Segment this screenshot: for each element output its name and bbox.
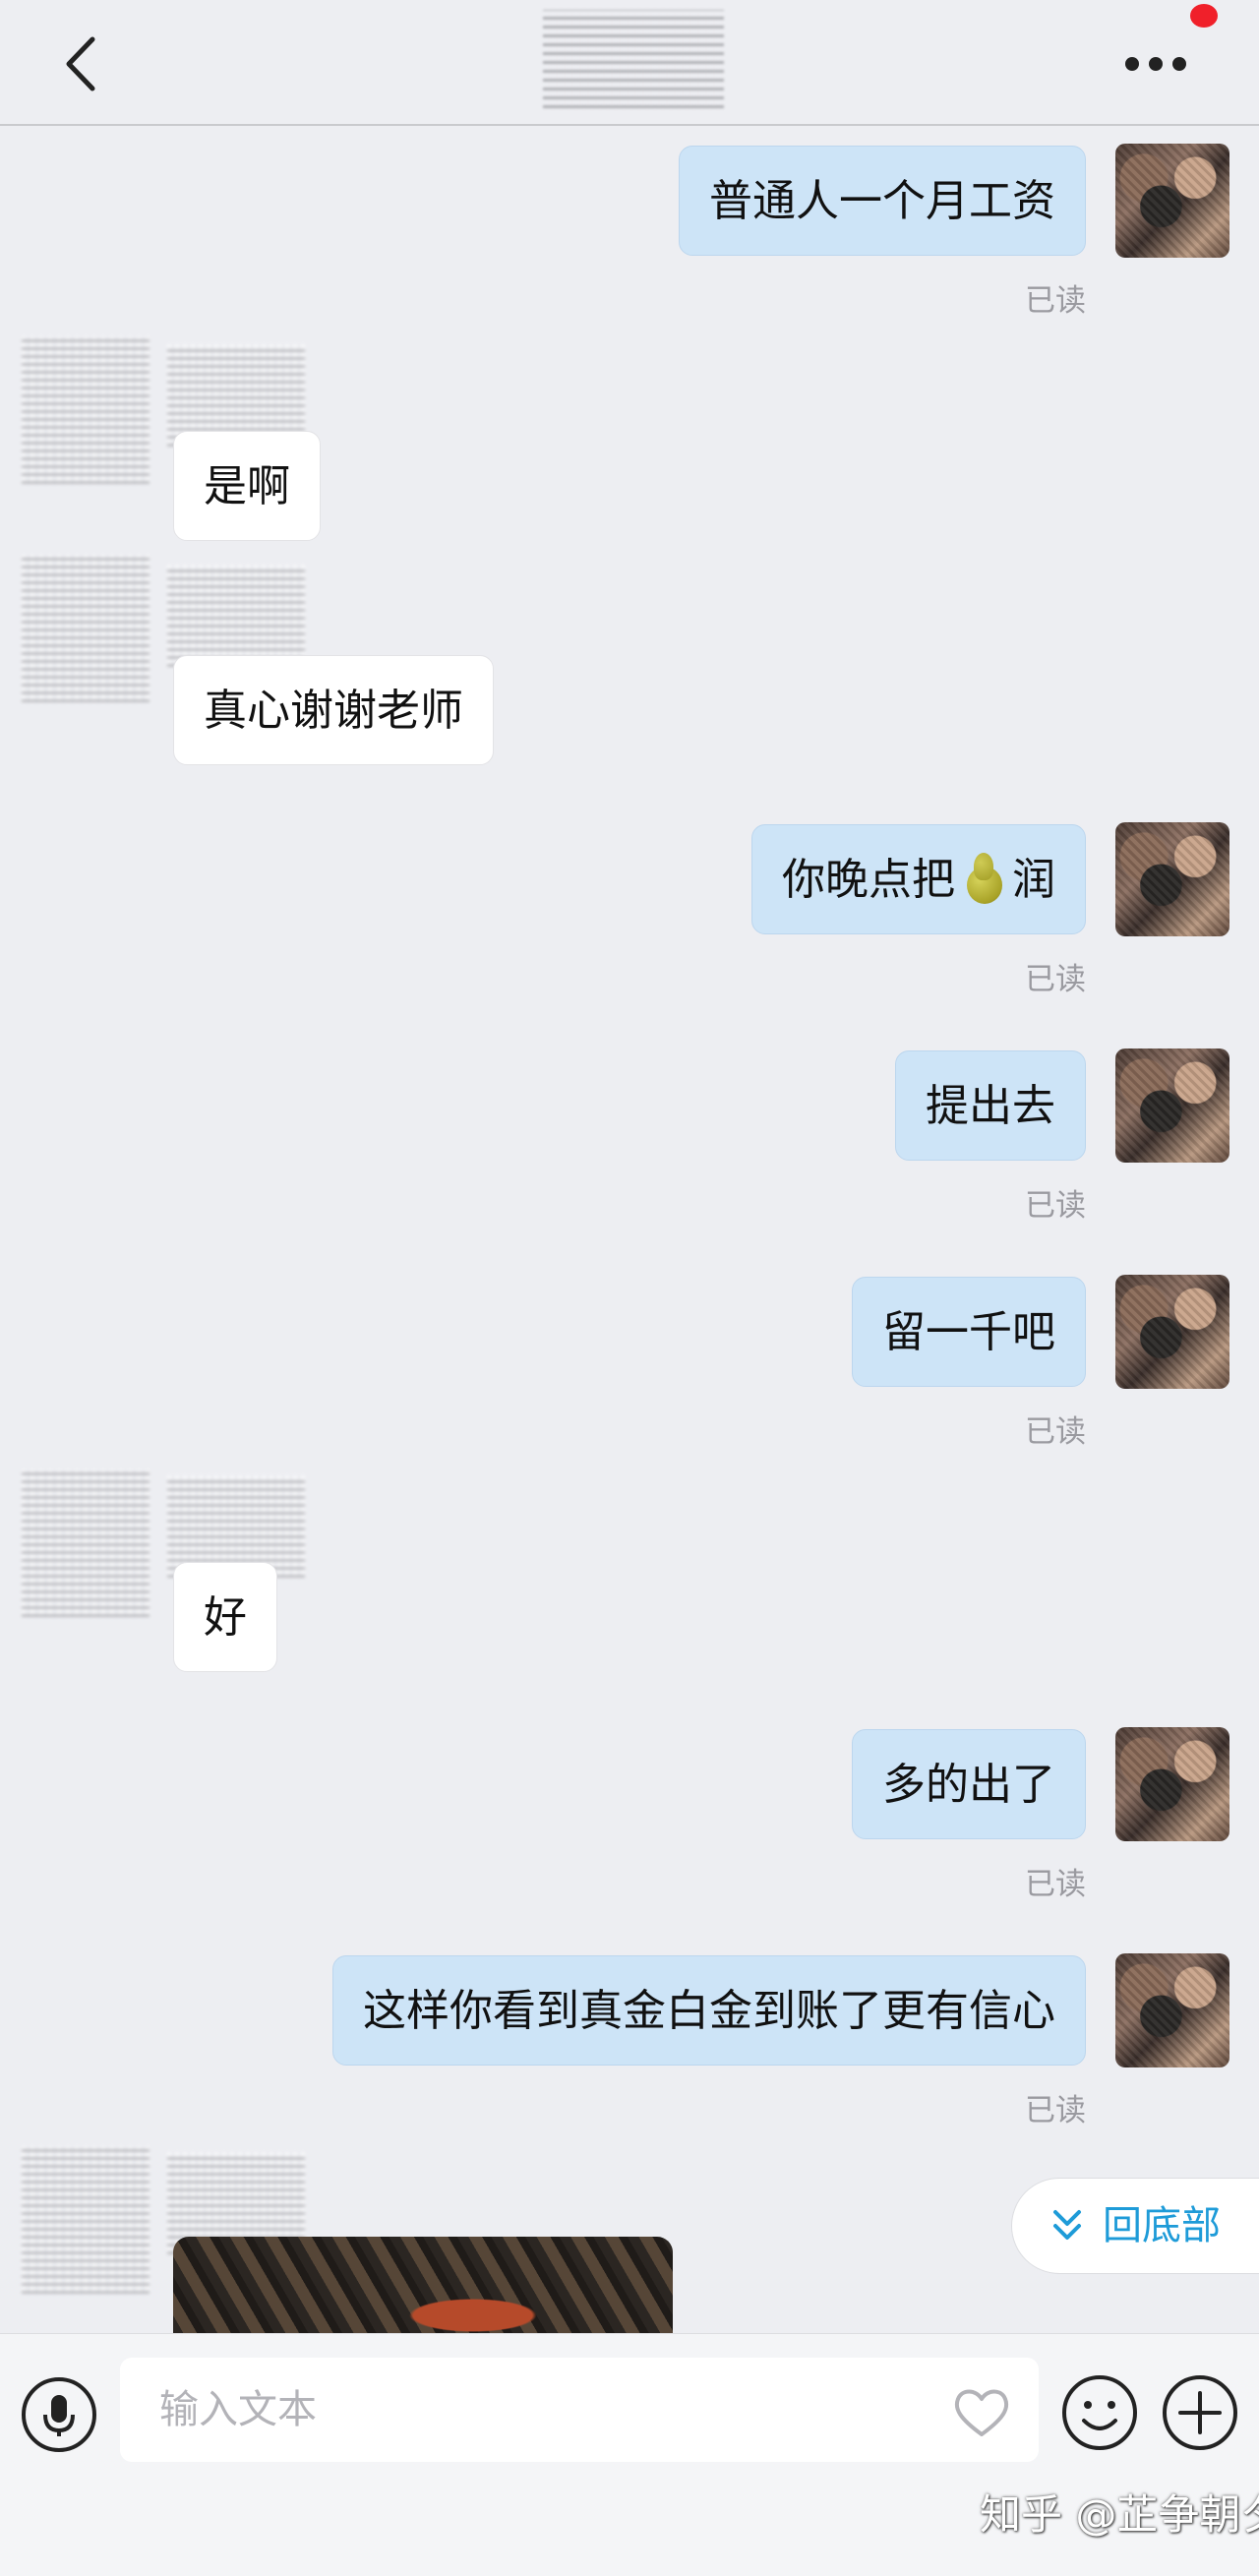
read-status: 已读 bbox=[1025, 283, 1086, 319]
image-message[interactable] bbox=[173, 2237, 673, 2333]
message-text: 真心谢谢老师 bbox=[204, 686, 463, 736]
message-bubble-outgoing[interactable]: 多的出了 bbox=[852, 1729, 1086, 1839]
microphone-icon bbox=[22, 2377, 96, 2452]
message-text: 好 bbox=[204, 1592, 247, 1643]
double-chevron-down-icon bbox=[1053, 2210, 1081, 2240]
sender-avatar-blurred[interactable] bbox=[22, 2146, 150, 2294]
message-text: 润 bbox=[1012, 855, 1055, 905]
my-avatar[interactable] bbox=[1115, 1727, 1229, 1841]
heart-icon bbox=[954, 2389, 1009, 2436]
more-options-button[interactable] bbox=[1111, 45, 1200, 85]
back-to-bottom-button[interactable]: 回底部 bbox=[1011, 2178, 1259, 2274]
pear-emoji-icon bbox=[961, 849, 1006, 904]
message-text: 留一千吧 bbox=[882, 1307, 1055, 1357]
read-status: 已读 bbox=[1025, 1414, 1086, 1450]
message-text: 多的出了 bbox=[882, 1760, 1055, 1810]
message-bubble-incoming[interactable]: 是啊 bbox=[173, 431, 321, 541]
message-text: 你晚点把 bbox=[782, 855, 955, 905]
my-avatar[interactable] bbox=[1115, 1275, 1229, 1389]
chat-area[interactable]: 普通人一个月工资 已读 是啊 真心谢谢老师 你晚点把 润 已读 提出去 已读 留一… bbox=[0, 126, 1259, 2333]
watermark: 知乎 @芷争朝夕 bbox=[980, 2490, 1259, 2539]
top-bar bbox=[0, 0, 1259, 126]
chat-title-blurred bbox=[543, 10, 724, 108]
voice-button[interactable] bbox=[20, 2375, 98, 2454]
back-button[interactable] bbox=[53, 30, 112, 98]
message-text: 这样你看到真金白金到账了更有信心 bbox=[363, 1986, 1055, 2036]
read-status: 已读 bbox=[1025, 962, 1086, 997]
message-text: 普通人一个月工资 bbox=[709, 176, 1055, 226]
favorite-button[interactable] bbox=[950, 2385, 1013, 2440]
sender-avatar-blurred[interactable] bbox=[22, 555, 150, 702]
message-bubble-outgoing[interactable]: 留一千吧 bbox=[852, 1277, 1086, 1387]
emoji-button[interactable] bbox=[1060, 2373, 1139, 2452]
notification-badge bbox=[1190, 4, 1218, 28]
my-avatar[interactable] bbox=[1115, 1953, 1229, 2067]
message-text: 是啊 bbox=[204, 461, 290, 511]
more-actions-button[interactable] bbox=[1161, 2373, 1239, 2452]
message-bubble-incoming[interactable]: 真心谢谢老师 bbox=[173, 655, 494, 765]
chevron-left-icon bbox=[66, 36, 95, 91]
input-bar: 知乎 @芷争朝夕 bbox=[0, 2333, 1259, 2576]
plus-circle-icon bbox=[1163, 2375, 1237, 2450]
message-input[interactable] bbox=[120, 2358, 1039, 2462]
message-bubble-outgoing[interactable]: 普通人一个月工资 bbox=[679, 146, 1086, 256]
sender-avatar-blurred[interactable] bbox=[22, 1469, 150, 1617]
message-bubble-outgoing[interactable]: 你晚点把 润 bbox=[751, 824, 1086, 934]
back-to-bottom-label: 回底部 bbox=[1103, 2203, 1221, 2248]
smiley-icon bbox=[1062, 2375, 1137, 2450]
message-bubble-outgoing[interactable]: 提出去 bbox=[895, 1050, 1086, 1161]
read-status: 已读 bbox=[1025, 2093, 1086, 2128]
my-avatar[interactable] bbox=[1115, 1048, 1229, 1163]
read-status: 已读 bbox=[1025, 1188, 1086, 1224]
my-avatar[interactable] bbox=[1115, 822, 1229, 936]
sender-name-blurred bbox=[167, 565, 305, 667]
my-avatar[interactable] bbox=[1115, 144, 1229, 258]
message-text: 提出去 bbox=[926, 1081, 1055, 1131]
message-bubble-incoming[interactable]: 好 bbox=[173, 1562, 277, 1672]
message-bubble-outgoing[interactable]: 这样你看到真金白金到账了更有信心 bbox=[332, 1955, 1086, 2066]
sender-avatar-blurred[interactable] bbox=[22, 336, 150, 484]
read-status: 已读 bbox=[1025, 1867, 1086, 1902]
